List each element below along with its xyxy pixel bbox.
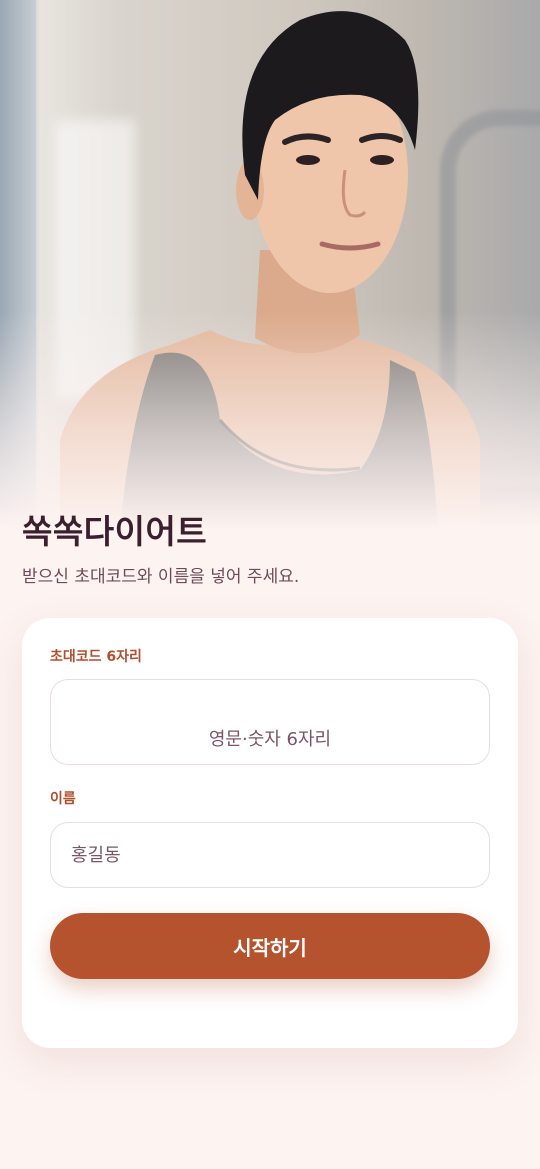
start-button[interactable]: 시작하기 — [50, 913, 490, 979]
invite-form-card: 초대코드 6자리 이름 시작하기 — [22, 618, 518, 1048]
invite-code-input[interactable] — [50, 679, 490, 765]
hero-photo — [0, 0, 540, 530]
hero-fade-overlay — [0, 310, 540, 530]
invite-code-label: 초대코드 6자리 — [50, 649, 142, 665]
app-subtitle: 받으신 초대코드와 이름을 넣어 주세요. — [22, 567, 300, 587]
name-label: 이름 — [50, 791, 76, 807]
name-input[interactable] — [50, 822, 490, 888]
app-title: 쏙쏙다이어트 — [22, 512, 208, 551]
